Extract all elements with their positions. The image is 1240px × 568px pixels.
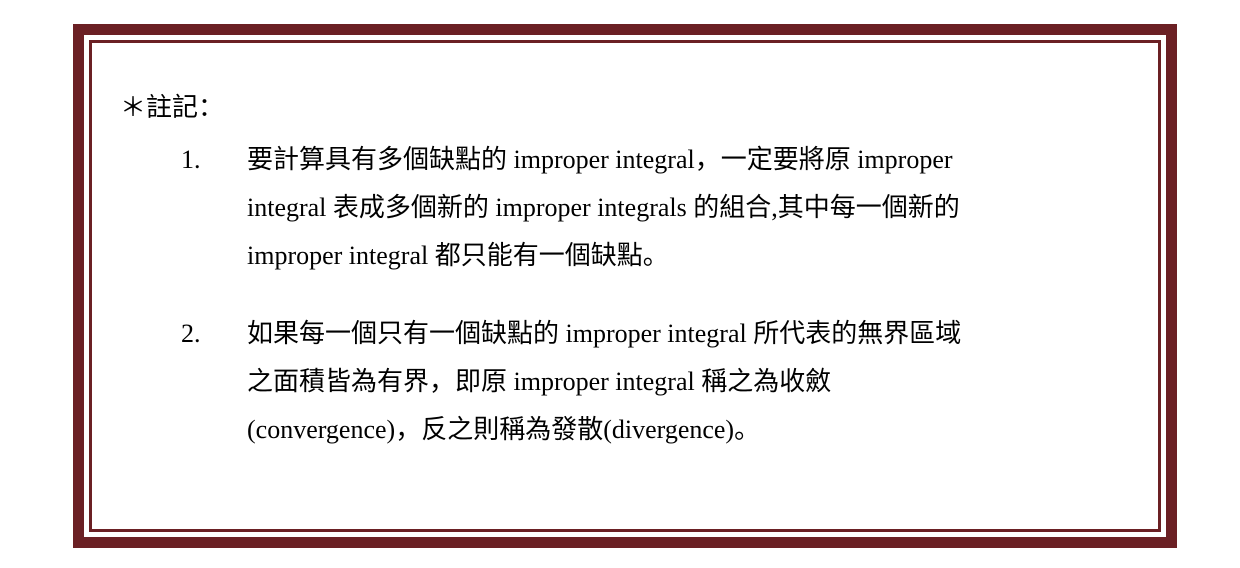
note-item-2: 2. 如果每一個只有一個缺點的 improper integral 所代表的無界… [181,310,1081,454]
note-item-line: improper integral 都只能有一個缺點。 [247,241,669,270]
note-box-inner-border [89,40,1161,532]
note-heading: ＊註記： [120,93,225,122]
note-item-line: 要計算具有多個缺點的 improper integral，一定要將原 impro… [247,145,953,174]
note-item-number: 2. [181,319,201,348]
note-item-line: (convergence)，反之則稱為發散(divergence)。 [247,415,761,444]
note-item-line: 之面積皆為有界，即原 improper integral 稱之為收斂 [247,367,832,396]
note-item-1: 1. 要計算具有多個缺點的 improper integral，一定要將原 im… [181,136,1081,280]
note-box-border [73,24,1177,548]
note-item-line: integral 表成多個新的 improper integrals 的組合,其… [247,193,960,222]
note-item-line: 如果每一個只有一個缺點的 improper integral 所代表的無界區域 [247,319,962,348]
note-item-number: 1. [181,145,201,174]
